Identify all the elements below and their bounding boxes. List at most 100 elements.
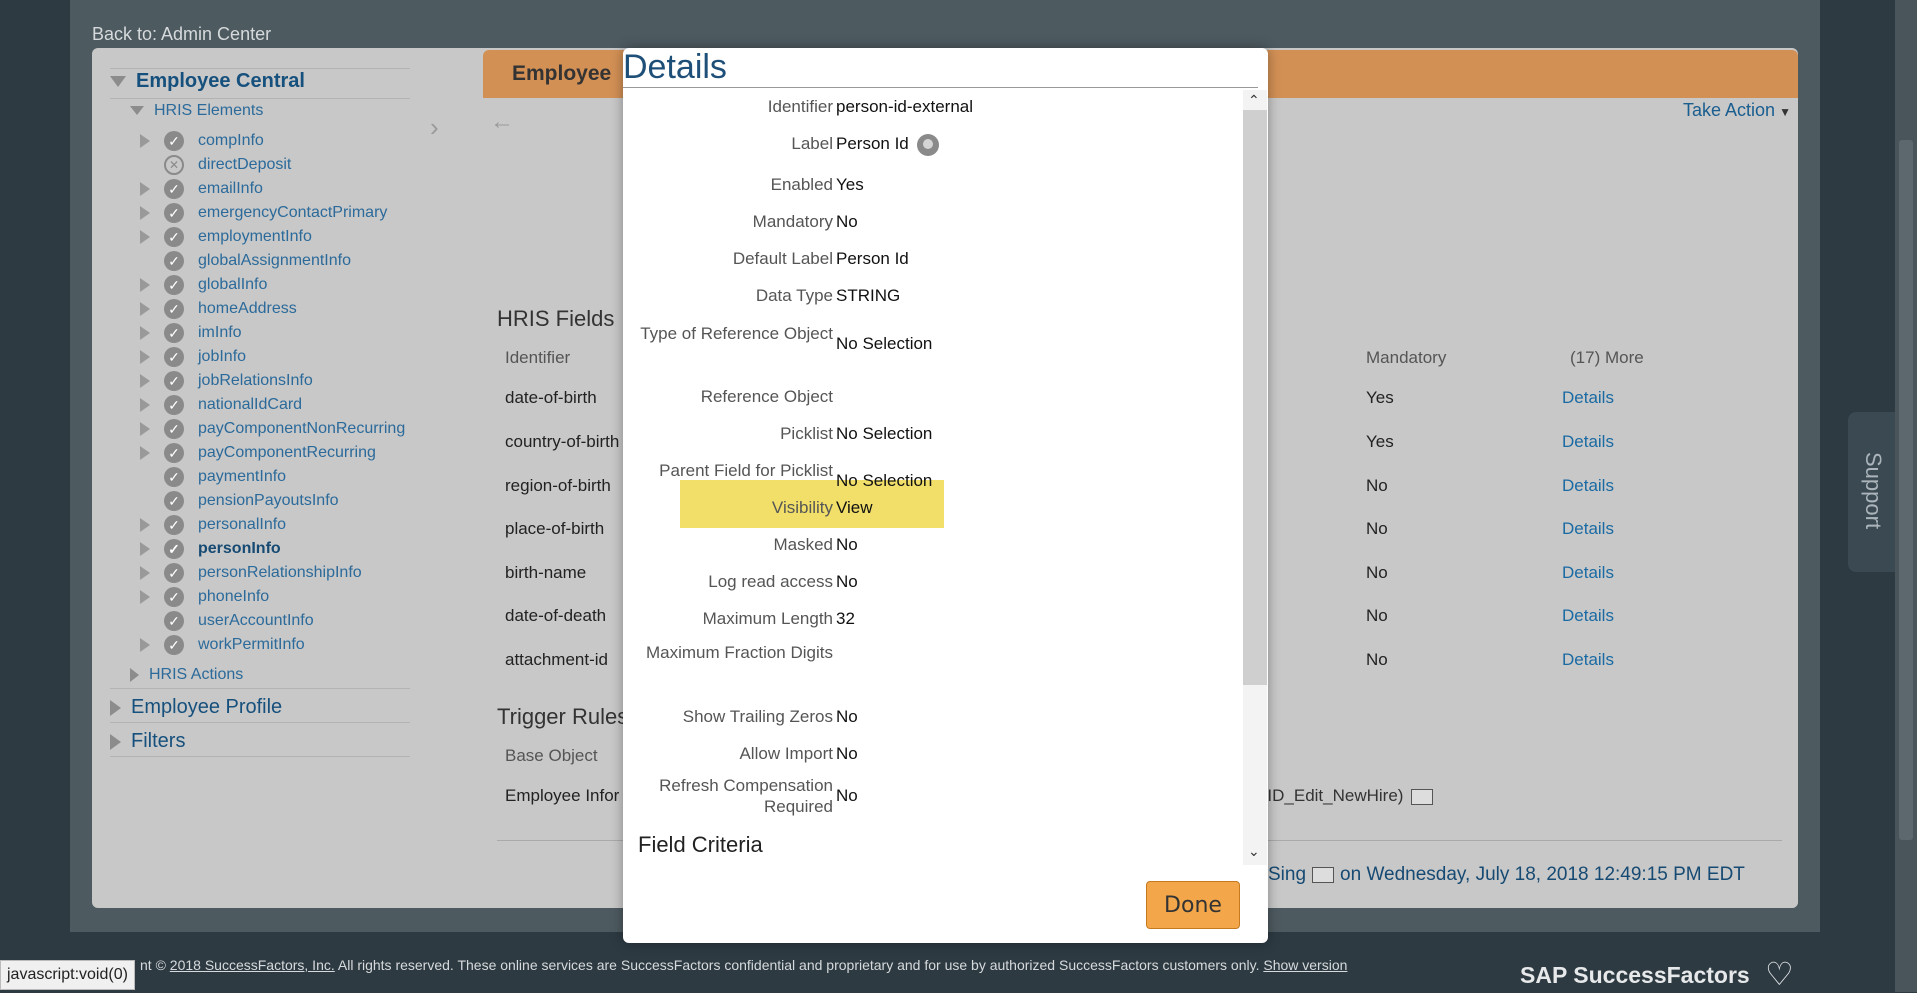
expand-toggle[interactable] [140,302,158,316]
tree-item-label[interactable]: payComponentNonRecurring [198,420,405,438]
back-to-admin-center-link[interactable]: Back to: Admin Center [92,24,271,45]
business-card-icon[interactable] [1312,866,1335,883]
nav-section-filters[interactable]: Filters [110,730,185,753]
tree-item-label[interactable]: personalInfo [198,516,286,534]
tree-item[interactable]: ✕ directDeposit [140,154,291,176]
tree-item[interactable]: ✓ compInfo [140,130,264,152]
tree-item[interactable]: ✓ imInfo [140,322,242,344]
expand-triangle-icon[interactable] [140,542,150,556]
field-details-link[interactable]: Details [1562,476,1614,496]
expand-toggle[interactable] [140,134,158,148]
expand-triangle-icon[interactable] [140,134,150,148]
tree-item-label[interactable]: phoneInfo [198,588,269,606]
expand-triangle-icon[interactable] [140,374,150,388]
tree-item[interactable]: ✓ emailInfo [140,178,263,200]
tree-item[interactable]: ✓ emergencyContactPrimary [140,202,387,224]
expand-triangle-icon[interactable] [140,422,150,436]
expand-triangle-icon[interactable] [140,302,150,316]
tree-item-label[interactable]: homeAddress [198,300,297,318]
globe-translate-icon[interactable] [916,133,939,156]
tree-item[interactable]: ✓ globalInfo [140,274,267,296]
field-details-link[interactable]: Details [1562,563,1614,583]
expand-toggle[interactable] [140,326,158,340]
expand-triangle-icon[interactable] [140,398,150,412]
expand-toggle[interactable] [140,542,158,556]
tree-item-label[interactable]: employmentInfo [198,228,312,246]
tree-item-label[interactable]: personRelationshipInfo [198,564,362,582]
expand-triangle-icon[interactable] [140,326,150,340]
dialog-scrollbar-thumb[interactable] [1243,110,1267,685]
field-details-link[interactable]: Details [1562,519,1614,539]
expand-toggle[interactable] [140,590,158,604]
field-details-link[interactable]: Details [1562,432,1614,452]
expand-triangle-icon[interactable] [140,230,150,244]
scroll-up-chevron-icon[interactable]: ⌃ [1248,92,1260,109]
tree-item[interactable]: ✓ payComponentNonRecurring [140,418,405,440]
tree-item[interactable]: ✓ phoneInfo [140,586,269,608]
expand-toggle[interactable] [140,230,158,244]
tree-item-label[interactable]: emergencyContactPrimary [198,204,387,222]
tree-item-label[interactable]: emailInfo [198,180,263,198]
take-action-menu[interactable]: Take Action ▼ [1683,100,1791,121]
back-arrow-icon[interactable]: ← [490,108,514,136]
expand-toggle[interactable] [140,398,158,412]
expand-toggle[interactable] [140,638,158,652]
hris-actions-node[interactable]: HRIS Actions [130,666,243,684]
expand-toggle[interactable] [140,422,158,436]
expand-triangle-icon[interactable] [140,638,150,652]
modified-by-user[interactable]: Sing [1268,864,1306,885]
tree-item[interactable]: ✓ jobInfo [140,346,246,368]
company-link[interactable]: 2018 SuccessFactors, Inc. [170,957,335,973]
expand-toggle[interactable] [140,518,158,532]
more-columns-link[interactable]: (17) More [1570,348,1644,368]
tree-item[interactable]: ✓ jobRelationsInfo [140,370,313,392]
expand-triangle-icon[interactable] [140,590,150,604]
expand-toggle[interactable] [140,206,158,220]
tree-item[interactable]: ✓ pensionPayoutsInfo [140,490,339,512]
tree-item-label[interactable]: globalAssignmentInfo [198,252,351,270]
collapse-nav-chevron-icon[interactable]: › [430,112,439,143]
page-scrollbar-thumb[interactable] [1899,140,1913,840]
scroll-down-chevron-icon[interactable]: ⌄ [1248,843,1260,860]
tree-item[interactable]: ✓ personalInfo [140,514,286,536]
expand-toggle[interactable] [140,566,158,580]
tree-item-label[interactable]: directDeposit [198,156,291,174]
tree-item-label[interactable]: imInfo [198,324,242,342]
expand-toggle[interactable] [140,374,158,388]
tree-item-label[interactable]: jobRelationsInfo [198,372,313,390]
expand-triangle-icon[interactable] [140,182,150,196]
tree-item-label[interactable]: nationalIdCard [198,396,302,414]
field-details-link[interactable]: Details [1562,650,1614,670]
tree-item[interactable]: ✓ workPermitInfo [140,634,305,656]
field-details-link[interactable]: Details [1562,388,1614,408]
expand-toggle[interactable] [140,446,158,460]
nav-section-employee-central[interactable]: Employee Central [110,70,305,93]
tree-item[interactable]: ✓ paymentInfo [140,466,286,488]
tree-item-label[interactable]: jobInfo [198,348,246,366]
tree-item[interactable]: ✓ nationalIdCard [140,394,302,416]
tree-item[interactable]: ✓ personRelationshipInfo [140,562,362,584]
expand-toggle[interactable] [140,278,158,292]
tree-item-label[interactable]: compInfo [198,132,264,150]
tree-item-label[interactable]: workPermitInfo [198,636,305,654]
tree-item[interactable]: ✓ personInfo [140,538,281,560]
expand-triangle-icon[interactable] [140,206,150,220]
expand-triangle-icon[interactable] [140,350,150,364]
nav-section-employee-profile[interactable]: Employee Profile [110,696,282,719]
tree-item-label[interactable]: userAccountInfo [198,612,314,630]
field-details-link[interactable]: Details [1562,606,1614,626]
business-card-icon[interactable] [1411,788,1434,805]
expand-triangle-icon[interactable] [140,278,150,292]
tree-item[interactable]: ✓ homeAddress [140,298,297,320]
expand-toggle[interactable] [140,350,158,364]
show-version-link[interactable]: Show version [1263,957,1347,973]
tree-item[interactable]: ✓ globalAssignmentInfo [140,250,351,272]
tree-item-label[interactable]: paymentInfo [198,468,286,486]
expand-triangle-icon[interactable] [140,566,150,580]
hris-elements-node[interactable]: HRIS Elements [130,102,263,120]
expand-toggle[interactable] [140,182,158,196]
done-button[interactable]: Done [1146,881,1240,929]
tree-item[interactable]: ✓ userAccountInfo [140,610,314,632]
tree-item-label[interactable]: personInfo [198,540,281,558]
expand-triangle-icon[interactable] [140,446,150,460]
